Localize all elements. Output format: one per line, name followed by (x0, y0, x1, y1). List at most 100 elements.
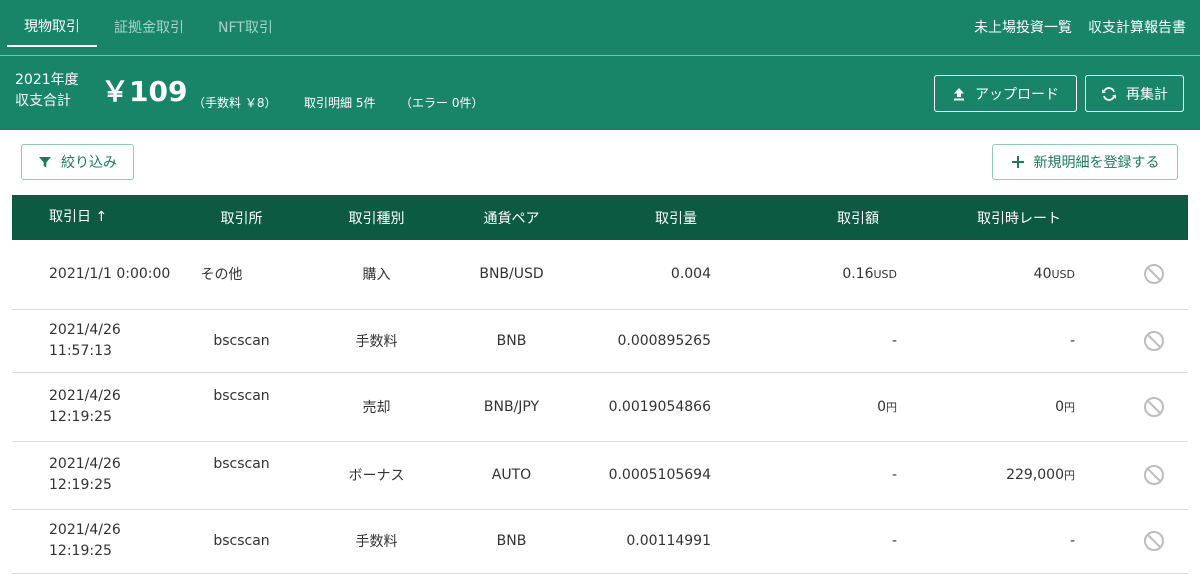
upload-button[interactable]: アップロード (934, 75, 1077, 112)
col-rate-header[interactable]: 取引時レート (929, 195, 1119, 240)
rate-value: 0 (1055, 398, 1064, 415)
amount-cell: - (749, 309, 929, 373)
rate-unit: 円 (1064, 469, 1075, 482)
unlisted-investments-link[interactable]: 未上場投資一覧 (974, 9, 1072, 47)
rate-cell: 0円 (929, 372, 1119, 442)
col-exchange-header[interactable]: 取引所 (179, 195, 304, 240)
exchange-cell: bscscan (179, 372, 304, 442)
rate-value: - (1069, 332, 1075, 349)
pair-cell: BNB/USD (449, 240, 574, 310)
qty-cell: 0.004 (574, 240, 749, 310)
pnl-report-link[interactable]: 収支計算報告書 (1088, 9, 1186, 47)
time-line: 12:19:25 (49, 408, 112, 425)
qty-cell: 0.00114991 (574, 509, 749, 574)
time-line: 11:57:13 (49, 342, 112, 359)
upload-icon (954, 87, 964, 100)
action-cell (1119, 309, 1188, 373)
date-cell: 2021/4/26 12:19:25 (12, 441, 179, 510)
rate-cell: 40USD (929, 240, 1119, 310)
col-date-header[interactable]: 取引日 ↑ (12, 195, 179, 240)
table-row[interactable]: 2021/1/1 0:00:00 その他 購入 BNB/USD 0.004 0.… (12, 240, 1188, 310)
disable-icon[interactable] (1143, 465, 1164, 485)
amount-value: 0.16 (842, 266, 874, 283)
tab-margin[interactable]: 証拠金取引 (97, 9, 201, 47)
col-amount-header[interactable]: 取引額 (749, 195, 929, 240)
trade-tabs: 現物取引 証拠金取引 NFT取引 (7, 9, 290, 47)
filter-icon (39, 157, 51, 168)
date-cell: 2021/1/1 0:00:00 (12, 240, 179, 310)
disable-icon[interactable] (1143, 330, 1164, 351)
col-type-header[interactable]: 取引種別 (304, 195, 449, 240)
top-links: 未上場投資一覧 収支計算報告書 (974, 9, 1186, 47)
rate-value: - (1069, 533, 1075, 549)
plus-icon (1011, 156, 1024, 168)
pair-cell: AUTO (449, 441, 574, 510)
qty-cell: 0.0019054866 (574, 372, 749, 442)
amount-cell: - (749, 509, 929, 574)
exchange-label: bscscan (213, 387, 270, 404)
recalculate-label: 再集計 (1126, 86, 1168, 103)
action-cell (1119, 441, 1188, 510)
col-pair-header[interactable]: 通貨ペア (449, 195, 574, 240)
refresh-icon (1102, 86, 1116, 101)
date-cell: 2021/4/26 12:19:25 (12, 509, 179, 574)
exchange-label: bscscan (213, 456, 270, 472)
amount-unit: USD (873, 268, 897, 282)
pair-cell: BNB (449, 509, 574, 574)
amount-cell: 0.16USD (749, 240, 929, 310)
total-amount: ￥109 (101, 75, 188, 108)
rate-cell: - (929, 509, 1119, 574)
table-row[interactable]: 2021/4/26 12:19:25 bscscan 手数料 BNB 0.0011… (12, 509, 1188, 574)
table-header-row: 取引日 ↑ 取引所 取引種別 通貨ペア 取引量 取引額 取引時レート (12, 195, 1188, 240)
fiscal-year: 2021年度 (15, 72, 79, 88)
add-entry-label: 新規明細を登録する (1033, 155, 1160, 171)
time-line: 12:19:25 (49, 543, 112, 559)
disable-icon[interactable] (1143, 396, 1164, 417)
rate-cell: - (929, 309, 1119, 373)
tab-nft[interactable]: NFT取引 (201, 9, 290, 47)
rate-cell: 229,000円 (929, 441, 1119, 510)
col-qty-header[interactable]: 取引量 (574, 195, 749, 240)
header-bar: 現物取引 証拠金取引 NFT取引 未上場投資一覧 収支計算報告書 2021年度 … (0, 0, 1200, 130)
recalculate-button[interactable]: 再集計 (1085, 75, 1184, 112)
date-line: 2021/4/26 (49, 387, 121, 404)
table-row[interactable]: 2021/4/26 11:57:13 bscscan 手数料 BNB 0.0008… (12, 309, 1188, 373)
type-cell: 購入 (304, 240, 449, 310)
amount-cell: 0円 (749, 372, 929, 442)
exchange-cell: bscscan (179, 509, 304, 574)
rate-unit: 円 (1064, 400, 1075, 414)
rate-value: 40 (1033, 266, 1052, 283)
type-cell: 手数料 (304, 509, 449, 574)
table-row[interactable]: 2021/4/26 12:19:25 bscscan 売却 BNB/JPY 0.0… (12, 372, 1188, 442)
amount-unit: 円 (886, 400, 897, 414)
error-count: （エラー 0件） (400, 96, 484, 110)
amount-value: - (891, 467, 897, 483)
qty-cell: 0.000895265 (574, 309, 749, 373)
type-cell: 手数料 (304, 309, 449, 373)
type-cell: 売却 (304, 372, 449, 442)
filter-label: 絞り込み (61, 155, 117, 171)
date-cell: 2021/4/26 11:57:13 (12, 309, 179, 373)
upload-label: アップロード (975, 86, 1059, 103)
filter-button[interactable]: 絞り込み (21, 144, 134, 180)
qty-cell: 0.0005105694 (574, 441, 749, 510)
pair-cell: BNB (449, 309, 574, 373)
fee-summary: （手数料 ￥8） (193, 96, 277, 110)
type-cell: ボーナス (304, 441, 449, 510)
disable-icon[interactable] (1143, 531, 1164, 551)
amount-cell: - (749, 441, 929, 510)
exchange-cell: bscscan (179, 309, 304, 373)
disable-icon[interactable] (1143, 264, 1164, 285)
add-entry-button[interactable]: 新規明細を登録する (992, 144, 1178, 180)
date-line: 2021/4/26 (49, 522, 121, 538)
table-row[interactable]: 2021/4/26 12:19:25 bscscan ボーナス AUTO 0.00… (12, 441, 1188, 510)
action-cell (1119, 509, 1188, 574)
rate-unit: USD (1051, 268, 1075, 282)
date-line: 2021/1/1 0:00:00 (49, 265, 171, 282)
exchange-cell: その他 (179, 240, 304, 310)
tab-spot[interactable]: 現物取引 (7, 9, 97, 47)
amount-value: 0 (877, 398, 886, 415)
date-line: 2021/4/26 (49, 321, 121, 338)
date-cell: 2021/4/26 12:19:25 (12, 372, 179, 442)
detail-count: 取引明細 5件 (304, 96, 376, 110)
